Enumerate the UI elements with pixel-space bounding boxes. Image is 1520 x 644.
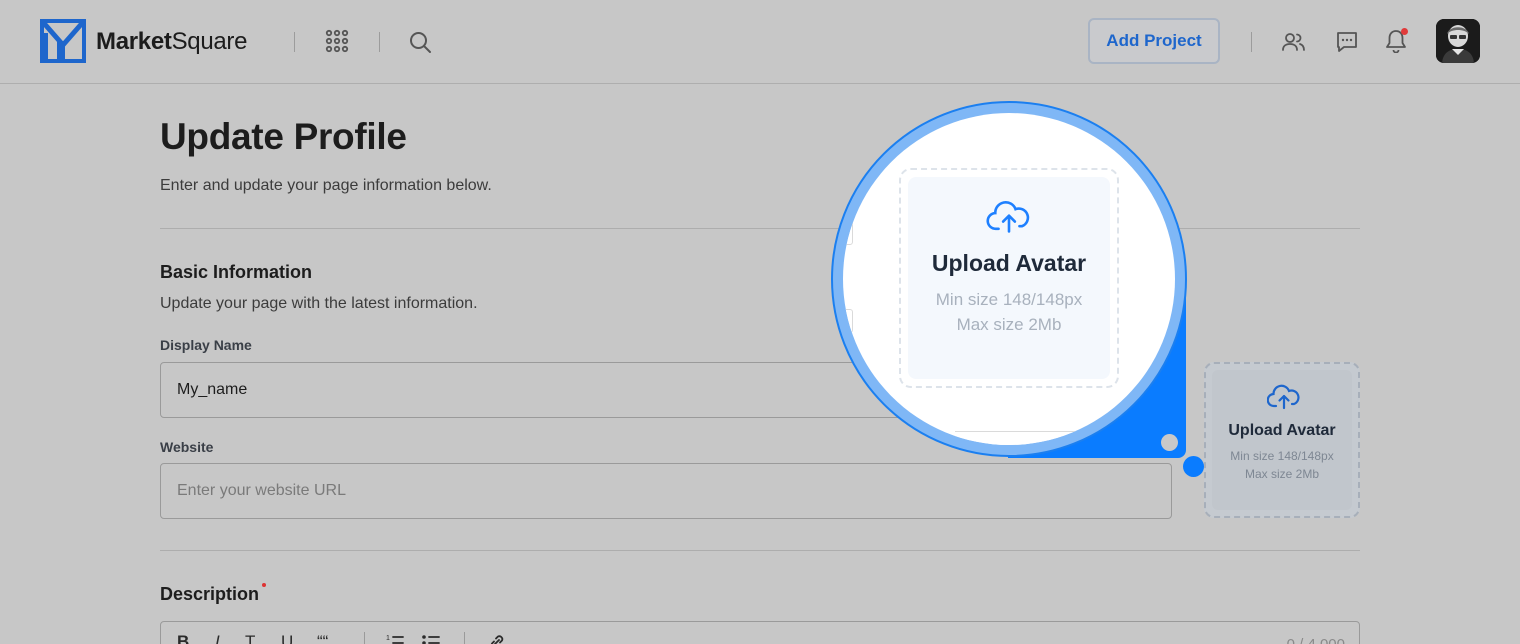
section-subtitle: Update your page with the latest informa… bbox=[160, 295, 478, 312]
search-icon[interactable] bbox=[406, 28, 434, 56]
quote-button[interactable]: ““ bbox=[317, 632, 328, 644]
divider bbox=[294, 32, 295, 52]
divider bbox=[1251, 32, 1252, 52]
toolbar-divider bbox=[464, 632, 465, 644]
top-navbar: MarketSquare Add Project bbox=[0, 0, 1520, 84]
upload-avatar-dropzone[interactable]: Upload Avatar Min size 148/148px Max siz… bbox=[1204, 362, 1360, 518]
zoomed-field-edge bbox=[955, 431, 1175, 445]
svg-text:1: 1 bbox=[386, 635, 390, 642]
divider bbox=[160, 550, 1360, 551]
underline-button[interactable]: U bbox=[281, 632, 293, 644]
character-counter: 0 / 4,000 bbox=[1287, 636, 1345, 644]
upload-max-size: Max size 2Mb bbox=[1244, 467, 1320, 481]
description-editor[interactable]: B I T U ““ 1 0 / 4,000 bbox=[160, 621, 1360, 644]
add-project-button[interactable]: Add Project bbox=[1088, 18, 1220, 64]
upload-min-size: Min size 148/148px bbox=[1230, 449, 1334, 463]
italic-button[interactable]: I bbox=[215, 632, 220, 644]
description-title: Description bbox=[160, 584, 260, 604]
upload-min-size: Min size 148/148px bbox=[935, 290, 1083, 309]
divider bbox=[379, 32, 380, 52]
avatar[interactable] bbox=[1436, 19, 1480, 63]
section-title: Basic Information bbox=[160, 262, 313, 282]
brand-name[interactable]: MarketSquare bbox=[96, 28, 247, 56]
upload-title: Upload Avatar bbox=[931, 250, 1087, 276]
page-title: Update Profile bbox=[160, 116, 407, 157]
upload-max-size: Max size 2Mb bbox=[956, 315, 1062, 334]
website-label: Website bbox=[160, 439, 214, 455]
toolbar-divider bbox=[364, 632, 365, 644]
zoomed-field-edge bbox=[843, 309, 853, 333]
magnifier-lens: Upload Avatar Min size 148/148px Max siz… bbox=[843, 113, 1175, 445]
ordered-list-icon[interactable]: 1 bbox=[385, 632, 405, 644]
brand-regular: Square bbox=[171, 28, 248, 55]
apps-grid-icon[interactable] bbox=[324, 28, 350, 54]
text-style-button[interactable]: T bbox=[245, 632, 255, 644]
notification-dot bbox=[1401, 28, 1408, 35]
bullet-list-icon[interactable] bbox=[421, 632, 441, 644]
users-icon[interactable] bbox=[1280, 28, 1308, 56]
zoomed-upload-dropzone: Upload Avatar Min size 148/148px Max siz… bbox=[899, 168, 1119, 388]
required-indicator bbox=[262, 583, 266, 587]
upload-title: Upload Avatar bbox=[1228, 422, 1336, 439]
chat-icon[interactable] bbox=[1333, 28, 1361, 56]
cloud-upload-icon bbox=[1267, 384, 1300, 410]
display-name-value: My_name bbox=[177, 381, 248, 398]
logo-icon[interactable] bbox=[40, 19, 86, 63]
website-field[interactable]: Enter your website URL bbox=[160, 463, 1172, 519]
page-subtitle: Enter and update your page information b… bbox=[160, 177, 492, 194]
bold-button[interactable]: B bbox=[177, 632, 189, 644]
website-placeholder: Enter your website URL bbox=[177, 482, 346, 499]
display-name-label: Display Name bbox=[160, 337, 252, 353]
focus-indicator-dot bbox=[1183, 456, 1204, 477]
link-icon[interactable] bbox=[487, 632, 507, 644]
zoomed-field-edge bbox=[843, 221, 853, 245]
cloud-upload-icon bbox=[986, 201, 1030, 233]
brand-bold: Market bbox=[96, 28, 172, 55]
